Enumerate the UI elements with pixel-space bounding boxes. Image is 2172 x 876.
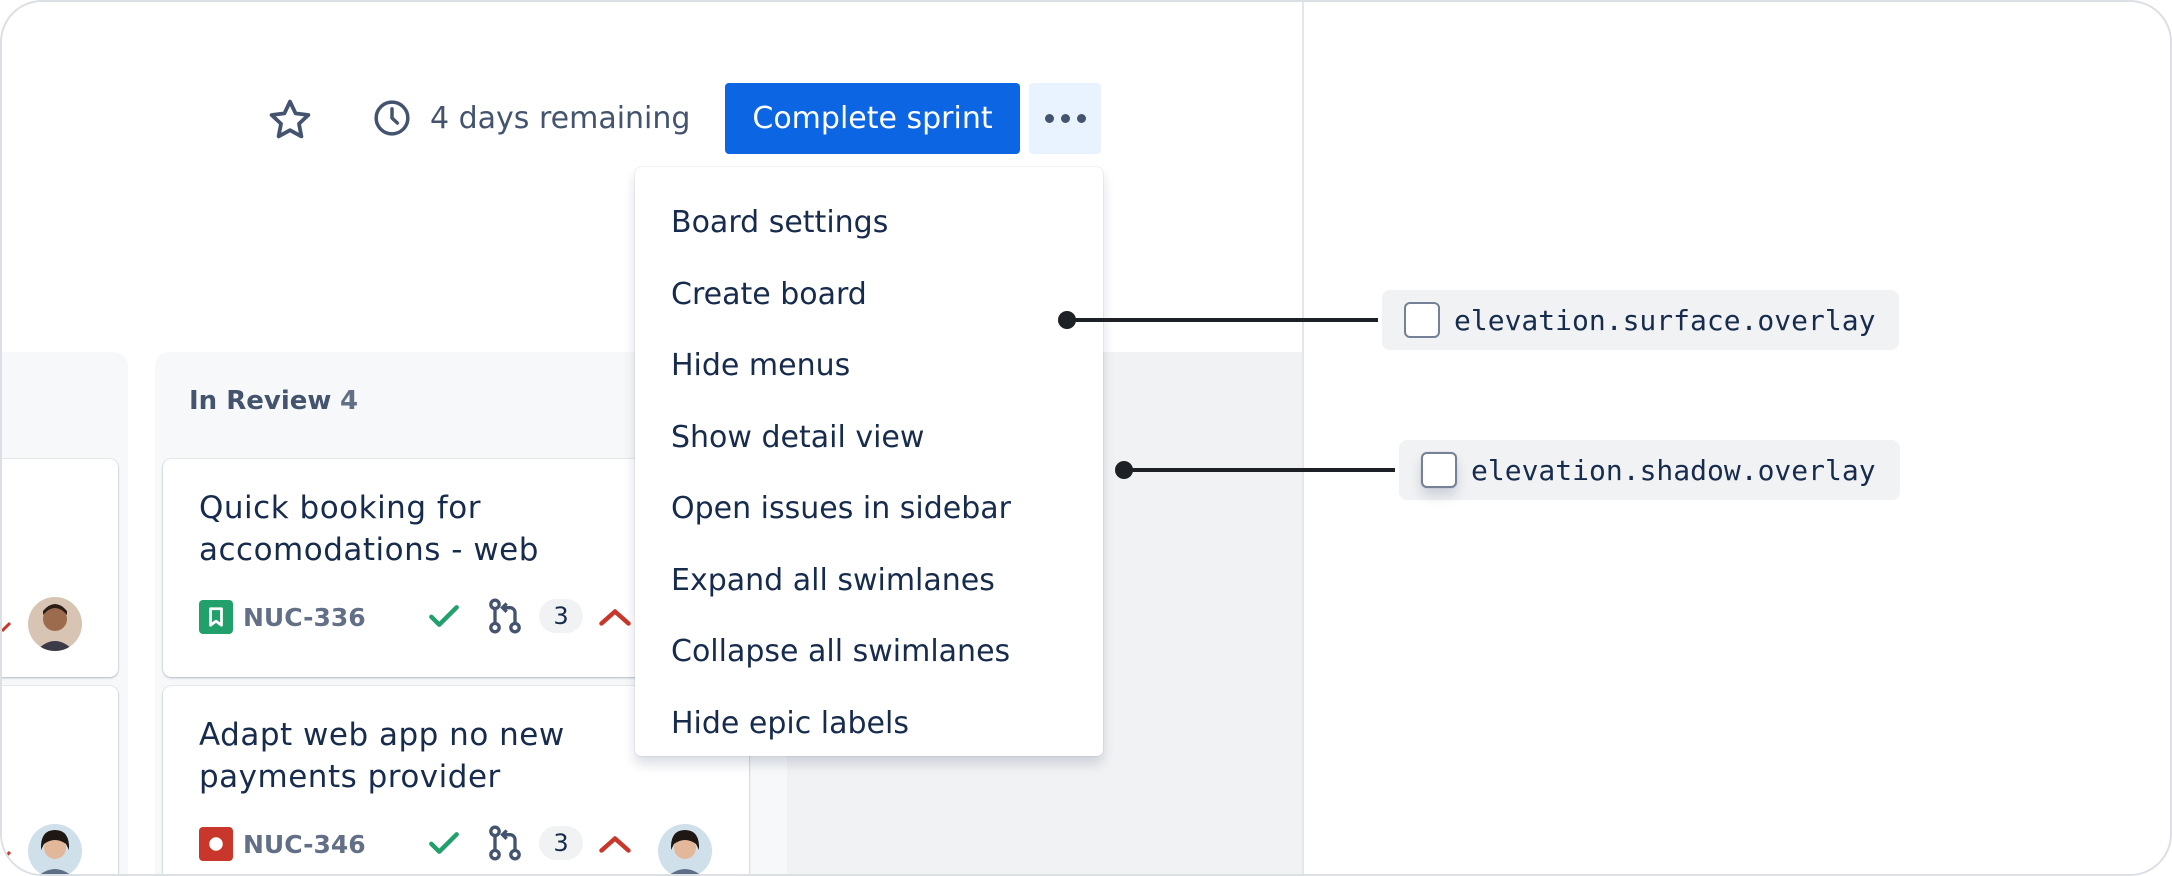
screenshot-frame: 4 days remaining Complete sprint In Revi… [0,0,2172,876]
avatar[interactable] [28,824,82,874]
issue-key[interactable]: NUC-336 [243,603,366,632]
pull-request-count: 3 [539,599,583,633]
issue-summary: Quick booking for accomodations - web [199,490,539,568]
token-label-surface-overlay: elevation.surface.overlay [1382,290,1900,350]
token-label-shadow-overlay: elevation.shadow.overlay [1399,440,1900,500]
card-partial[interactable] [2,459,118,677]
pull-request-icon[interactable] [485,823,525,863]
issue-indicators: 3 [425,822,633,864]
priority-high-icon [599,609,631,626]
column-issue-count: 4 [340,386,359,416]
more-horizontal-icon [1044,114,1054,123]
issue-meta: NUC-336 [199,599,366,635]
check-icon [429,832,459,854]
issue-indicators: 3 [425,595,633,637]
bug-icon [199,827,233,861]
priority-high-icon [2,850,12,862]
more-actions-button[interactable] [1029,83,1101,154]
pull-request-icon[interactable] [485,596,525,636]
days-remaining-text: 4 days remaining [430,100,691,136]
sprint-time-remaining: 4 days remaining [372,94,690,142]
menu-item-open-issues-in-sidebar[interactable]: Open issues in sidebar [635,473,1103,545]
menu-item-hide-epic-labels[interactable]: Hide epic labels [635,688,1103,760]
token-name: elevation.surface.overlay [1454,303,1876,337]
column-title: In Review [189,386,332,416]
priority-high-icon [2,621,12,633]
more-actions-menu: Board settings Create board Hide menus S… [635,167,1103,756]
menu-item-collapse-all-swimlanes[interactable]: Collapse all swimlanes [635,616,1103,688]
pull-request-count: 3 [539,826,583,860]
shadow-swatch [1421,452,1457,488]
menu-item-create-board[interactable]: Create board [635,259,1103,331]
annotation-line [1066,318,1378,322]
issue-meta: NUC-346 [199,826,366,862]
issue-key[interactable]: NUC-346 [243,830,366,859]
menu-item-expand-all-swimlanes[interactable]: Expand all swimlanes [635,545,1103,617]
avatar[interactable] [28,597,82,651]
complete-sprint-button[interactable]: Complete sprint [725,83,1020,154]
surface-swatch [1404,302,1440,338]
menu-item-board-settings[interactable]: Board settings [635,187,1103,259]
issue-summary: Adapt web app no new payments provider [199,717,565,795]
menu-item-show-detail-view[interactable]: Show detail view [635,402,1103,474]
panel-divider [1302,2,1304,874]
menu-item-hide-menus[interactable]: Hide menus [635,330,1103,402]
check-icon [429,605,459,627]
token-name: elevation.shadow.overlay [1471,453,1876,487]
story-icon [199,600,233,634]
avatar[interactable] [658,824,712,874]
annotation-line [1123,468,1395,472]
star-icon[interactable] [266,96,314,144]
clock-icon [374,100,410,136]
card-partial[interactable] [2,686,118,874]
priority-high-icon [599,836,631,853]
